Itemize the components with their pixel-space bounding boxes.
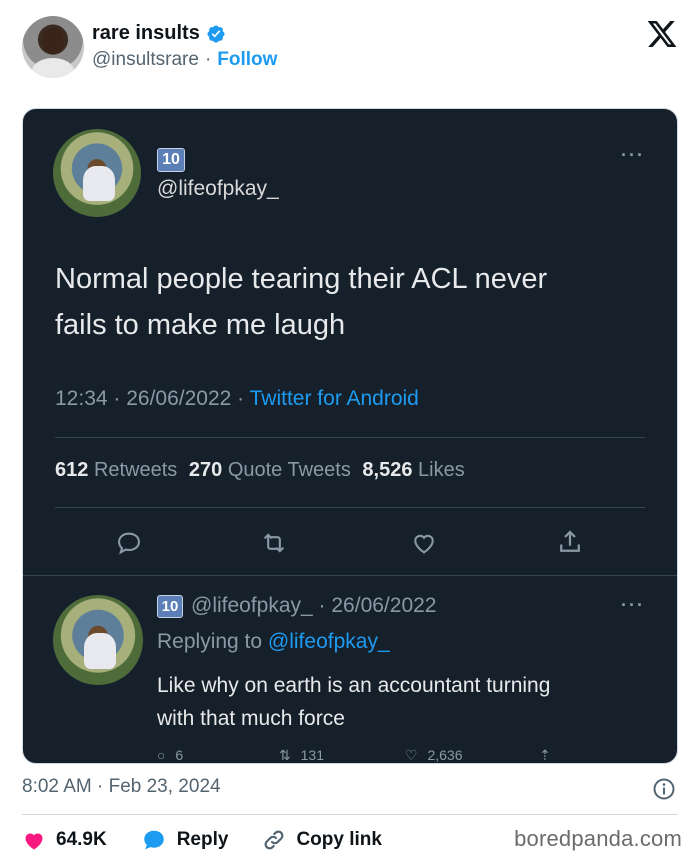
more-options-icon: ··· [621,595,645,615]
divider [55,437,645,438]
reply-text-line: with that much force [157,707,345,730]
info-icon[interactable] [652,777,676,801]
reply-label: Reply [176,829,229,850]
author-handle[interactable]: @insultsrare [92,49,199,71]
divider [55,507,645,508]
follow-button[interactable]: Follow [217,49,277,71]
author-handle-row: @insultsrare · Follow [92,49,277,71]
retweet-count: 131 [300,747,324,763]
retweets-count: 612 [55,459,89,481]
likes-count: 64.9K [56,829,107,850]
heart-icon [25,833,43,850]
copy-link-label: Copy link [296,829,382,850]
replying-to-label: Replying to [157,630,263,653]
retweets-label: Retweets [93,459,178,481]
avatar-shirt [32,58,74,78]
like-small-icon: ♡ [405,747,418,763]
likes-count: 8,526 [362,459,413,481]
embedded-source: Twitter for Android [249,387,419,410]
author-name[interactable]: rare insults [92,22,200,45]
reply-count: 6 [175,747,184,763]
keycap-10-emoji: 10 [157,594,183,618]
reply-avatar [53,595,143,685]
footer-divider [22,814,678,815]
chat-bubble-icon [143,830,164,850]
author-name-row: rare insults [92,22,226,45]
retweet-icon [263,533,285,553]
link-icon [264,830,284,850]
embedded-avatar [53,129,141,217]
share-small-icon: ⇡ [539,747,551,763]
separator-dot: · [204,49,212,70]
reply-count-wrap: ○ 6 [157,747,183,763]
avatar-figure [83,632,116,669]
quotes-label: Quote Tweets [227,459,351,481]
like-count-wrap: ♡ 2,636 [405,747,463,763]
retweet-count-wrap: ⇅ 131 [279,747,324,763]
likes-label: Likes [418,459,465,481]
embedded-handle: @lifeofpkay_ [157,177,279,200]
tweet-text-line: Normal people tearing their ACL never [55,263,548,295]
share-icon [560,530,580,552]
reply-handle-date: @lifeofpkay_ · 26/06/2022 [191,594,437,617]
quotes-count: 270 [188,459,223,481]
reply-small-icon: ○ [157,747,166,763]
embedded-tweet-screenshot[interactable]: 10 @lifeofpkay_ ··· Normal people tearin… [22,108,678,764]
watermark: boredpanda.com [514,826,682,851]
avatar-head [42,28,64,54]
reply-text: Like why on earth is an accountant turni… [157,669,550,735]
replying-to: Replying to @lifeofpkay_ [157,630,390,654]
copy-link-button[interactable]: Copy link [262,828,382,852]
retweet-small-icon: ⇅ [279,747,291,763]
tweet-text-line: fails to make me laugh [55,309,346,341]
embedded-time: 12:34 · 26/06/2022 · [55,387,245,410]
avatar-figure [82,165,115,202]
more-options-icon: ··· [621,145,645,165]
like-button[interactable]: 64.9K [22,828,107,852]
x-logo-icon[interactable] [646,18,678,50]
embedded-stats: 612 Retweets 270 Quote Tweets 8,526 Like… [55,459,465,482]
like-count: 2,636 [427,747,463,763]
reply-header: 10 @lifeofpkay_ · 26/06/2022 [157,594,436,618]
tweet-timestamp[interactable]: 8:02 AM · Feb 23, 2024 [22,776,221,798]
verified-badge-icon [207,24,225,43]
divider [23,575,677,576]
reply-text-line: Like why on earth is an accountant turni… [157,674,551,697]
tweet-actions: 64.9K Reply Copy link [22,826,416,854]
reply-button[interactable]: Reply [141,827,229,853]
reply-icon [118,532,140,555]
like-icon [414,534,434,554]
author-avatar[interactable] [22,16,84,78]
replying-to-handle: @lifeofpkay_ [267,630,390,653]
embedded-tweet-text: Normal people tearing their ACL never fa… [55,256,547,348]
embedded-meta: 12:34 · 26/06/2022 · Twitter for Android [55,387,419,411]
keycap-10-emoji: 10 [157,148,185,172]
